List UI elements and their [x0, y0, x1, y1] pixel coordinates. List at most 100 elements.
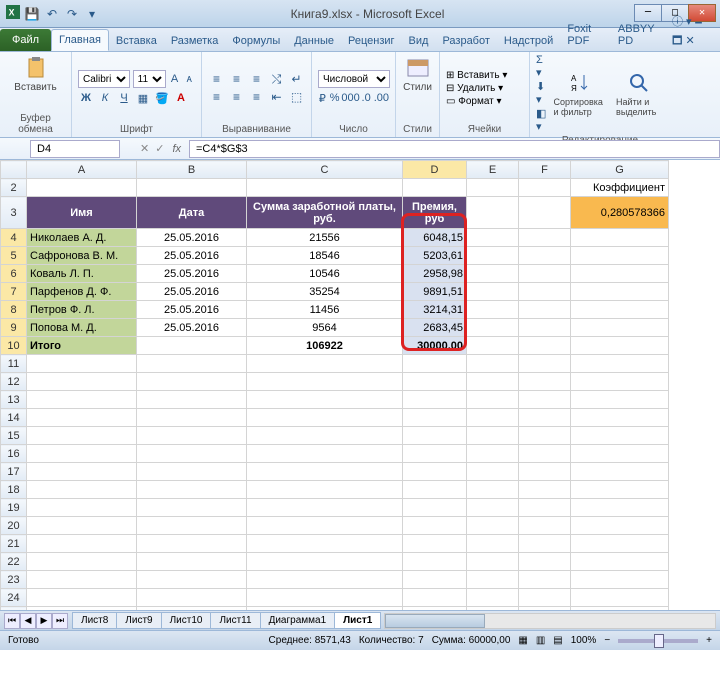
- row-header[interactable]: 6: [1, 265, 27, 283]
- totals-label[interactable]: Итого: [27, 337, 137, 355]
- tab-insert[interactable]: Вставка: [109, 31, 164, 51]
- align-bot-icon[interactable]: ≡: [248, 71, 265, 87]
- sheet-nav-last-icon[interactable]: ⏭: [52, 613, 68, 629]
- zoom-in-icon[interactable]: +: [706, 635, 712, 646]
- align-mid-icon[interactable]: ≡: [228, 71, 245, 87]
- wrap-icon[interactable]: ↵: [288, 71, 305, 87]
- dec-dec-icon[interactable]: .00: [374, 90, 389, 106]
- th-bonus[interactable]: Премия, руб: [403, 197, 467, 229]
- underline-icon[interactable]: Ч: [116, 90, 132, 106]
- undo-icon[interactable]: ↶: [44, 6, 60, 22]
- comma-icon[interactable]: 000: [343, 90, 359, 106]
- row-header[interactable]: 8: [1, 301, 27, 319]
- col-header-C[interactable]: C: [247, 161, 403, 179]
- tab-review[interactable]: Рецензиг: [341, 31, 402, 51]
- zoom-slider[interactable]: [618, 639, 698, 643]
- orient-icon[interactable]: ⤭: [268, 71, 285, 87]
- sheet-nav-first-icon[interactable]: ⏮: [4, 613, 20, 629]
- tab-view[interactable]: Вид: [402, 31, 436, 51]
- view-normal-icon[interactable]: ▦: [518, 635, 527, 646]
- number-format-select[interactable]: Числовой: [318, 70, 390, 88]
- fx-icon[interactable]: fx: [172, 143, 181, 155]
- find-button[interactable]: Найти и выделить: [614, 69, 664, 119]
- align-right-icon[interactable]: ≡: [248, 89, 265, 105]
- autosum-icon[interactable]: Σ ▾: [536, 54, 547, 79]
- row-header[interactable]: 3: [1, 197, 27, 229]
- sheet-nav-prev-icon[interactable]: ◀: [20, 613, 36, 629]
- styles-button[interactable]: Стили: [402, 54, 433, 95]
- fill-icon[interactable]: ⬇ ▾: [536, 80, 547, 106]
- bold-icon[interactable]: Ж: [78, 90, 94, 106]
- border-icon[interactable]: ▦: [135, 90, 151, 106]
- worksheet-grid[interactable]: A B C D E F G 2 Коэффициент 3 Имя Дата Су…: [0, 160, 669, 610]
- paste-button[interactable]: Вставить: [6, 54, 65, 95]
- inc-dec-icon[interactable]: .0: [362, 90, 371, 106]
- qat-dropdown-icon[interactable]: ▾: [84, 6, 100, 22]
- file-tab[interactable]: Файл: [0, 29, 51, 51]
- align-left-icon[interactable]: ≡: [208, 89, 225, 105]
- cell-coef-value[interactable]: 0,280578366: [571, 197, 669, 229]
- tab-addins[interactable]: Надстрой: [497, 31, 560, 51]
- accept-formula-icon[interactable]: ✓: [155, 142, 164, 155]
- italic-icon[interactable]: К: [97, 90, 113, 106]
- tab-developer[interactable]: Разработ: [435, 31, 496, 51]
- tab-layout[interactable]: Разметка: [164, 31, 226, 51]
- sheet-tab[interactable]: Диаграмма1: [260, 612, 336, 629]
- row-header[interactable]: 5: [1, 247, 27, 265]
- view-break-icon[interactable]: ▤: [553, 635, 562, 646]
- shrink-font-icon[interactable]: ᴀ: [183, 71, 195, 87]
- redo-icon[interactable]: ↷: [64, 6, 80, 22]
- th-date[interactable]: Дата: [137, 197, 247, 229]
- select-all-corner[interactable]: [1, 161, 27, 179]
- tab-formulas[interactable]: Формулы: [225, 31, 287, 51]
- tab-abbyy[interactable]: ABBYY PD: [611, 19, 666, 51]
- sheet-tab-active[interactable]: Лист1: [334, 612, 381, 629]
- tab-data[interactable]: Данные: [287, 31, 341, 51]
- th-name[interactable]: Имя: [27, 197, 137, 229]
- col-header-B[interactable]: B: [137, 161, 247, 179]
- col-header-D[interactable]: D: [403, 161, 467, 179]
- font-size-select[interactable]: 11: [133, 70, 166, 88]
- horizontal-scrollbar[interactable]: [384, 613, 716, 629]
- th-salary[interactable]: Сумма заработной платы, руб.: [247, 197, 403, 229]
- sort-button[interactable]: АЯСортировка и фильтр: [551, 69, 610, 119]
- align-center-icon[interactable]: ≡: [228, 89, 245, 105]
- grow-font-icon[interactable]: A: [169, 71, 181, 87]
- indent-dec-icon[interactable]: ⇤: [268, 89, 285, 105]
- col-header-E[interactable]: E: [467, 161, 519, 179]
- help-icon[interactable]: ⓘ ▾ 🗕 🗖 ✕: [666, 13, 720, 51]
- col-header-F[interactable]: F: [519, 161, 571, 179]
- row-header[interactable]: 9: [1, 319, 27, 337]
- font-color-icon[interactable]: A: [173, 90, 189, 106]
- currency-icon[interactable]: ₽: [318, 90, 327, 106]
- col-header-G[interactable]: G: [571, 161, 669, 179]
- zoom-out-icon[interactable]: −: [604, 635, 610, 646]
- delete-cells-button[interactable]: ⊟ Удалить ▾: [446, 83, 523, 94]
- save-icon[interactable]: 💾: [24, 6, 40, 22]
- align-top-icon[interactable]: ≡: [208, 71, 225, 87]
- formula-bar[interactable]: =C4*$G$3: [189, 140, 720, 158]
- fill-color-icon[interactable]: 🪣: [154, 90, 170, 106]
- merge-icon[interactable]: ⬚: [288, 89, 305, 105]
- insert-cells-button[interactable]: ⊞ Вставить ▾: [446, 70, 523, 81]
- cell-coef-label[interactable]: Коэффициент: [571, 179, 669, 197]
- sheet-tab[interactable]: Лист8: [72, 612, 117, 629]
- col-header-A[interactable]: A: [27, 161, 137, 179]
- cancel-formula-icon[interactable]: ✕: [140, 142, 149, 155]
- sheet-tab[interactable]: Лист11: [210, 612, 260, 629]
- tab-foxit[interactable]: Foxit PDF: [560, 19, 611, 51]
- worksheet-area[interactable]: A B C D E F G 2 Коэффициент 3 Имя Дата Су…: [0, 160, 720, 610]
- row-header[interactable]: 2: [1, 179, 27, 197]
- clear-icon[interactable]: ◧ ▾: [536, 107, 547, 133]
- view-layout-icon[interactable]: ▥: [536, 635, 545, 646]
- row-header[interactable]: 10: [1, 337, 27, 355]
- sheet-nav-next-icon[interactable]: ▶: [36, 613, 52, 629]
- tab-home[interactable]: Главная: [51, 29, 109, 51]
- font-name-select[interactable]: Calibri: [78, 70, 130, 88]
- row-header[interactable]: 7: [1, 283, 27, 301]
- format-cells-button[interactable]: ▭ Формат ▾: [446, 96, 523, 107]
- percent-icon[interactable]: %: [330, 90, 340, 106]
- zoom-level[interactable]: 100%: [571, 635, 597, 646]
- sheet-tab[interactable]: Лист10: [161, 612, 212, 629]
- name-box[interactable]: D4: [30, 140, 120, 158]
